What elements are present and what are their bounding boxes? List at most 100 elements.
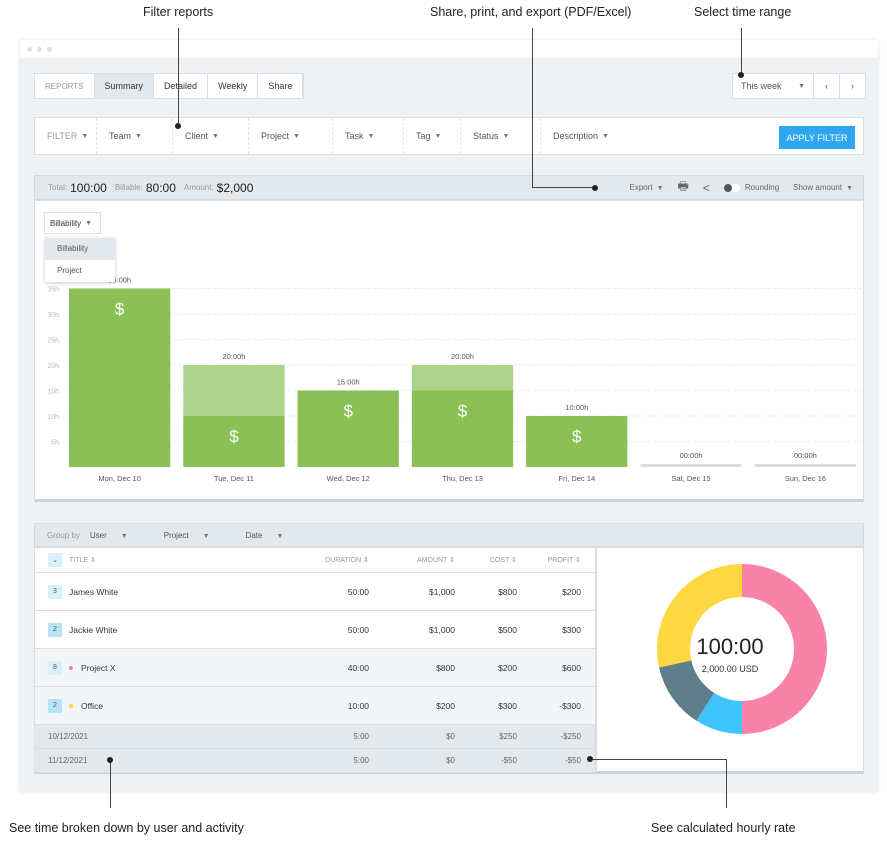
row-title: Jackie White bbox=[69, 624, 118, 635]
table-row[interactable]: 2 Office 10:00 $200 $300 -$300 bbox=[35, 687, 595, 725]
annotation-filter: Filter reports bbox=[143, 5, 214, 19]
summary-table: ⌄ TITLE ⇕ DURATION ⇕ AMOUNT ⇕ COST ⇕ PROF… bbox=[34, 547, 596, 774]
col-cost[interactable]: COST ⇕ bbox=[463, 556, 525, 564]
rounding-toggle[interactable]: Rounding bbox=[723, 183, 779, 192]
row-count-badge: 2 bbox=[48, 622, 62, 637]
row-duration: 10:00 bbox=[347, 700, 369, 711]
table-row[interactable]: 2 Jackie White 50:00 $1,000 $500 $300 bbox=[35, 611, 595, 649]
annotation-breakdown: See time broken down by user and activit… bbox=[9, 821, 244, 835]
row-title: Project X bbox=[81, 662, 116, 673]
share-icon[interactable]: < bbox=[703, 181, 710, 195]
bar-chart: 5h10h15h20h25h30h35h$35:00hMon, Dec 10$2… bbox=[47, 276, 868, 483]
x-tick-label: Fri, Dec 14 bbox=[558, 474, 595, 483]
x-tick-label: Thu, Dec 13 bbox=[442, 474, 483, 483]
y-tick-label: 5h bbox=[51, 440, 59, 447]
y-tick-label: 15h bbox=[47, 389, 59, 396]
total-label: Total: bbox=[48, 183, 68, 192]
apply-filter-button[interactable]: APPLY FILTER bbox=[779, 126, 855, 149]
row-title: 11/12/2021 bbox=[48, 756, 88, 765]
filter-task[interactable]: Task ▼ bbox=[333, 118, 404, 154]
billable-dollar-icon: $ bbox=[458, 402, 468, 421]
table-row[interactable]: 10/12/2021 5:00 $0 $250 -$250 bbox=[35, 725, 595, 749]
row-amount: $200 bbox=[436, 700, 455, 711]
row-amount: $1,000 bbox=[429, 624, 455, 635]
tab-summary[interactable]: Summary bbox=[94, 74, 155, 98]
group-by-user[interactable]: User ▼ bbox=[90, 531, 138, 540]
filter-client[interactable]: Client ▼ bbox=[173, 118, 249, 154]
col-profit[interactable]: PROFIT ⇕ bbox=[525, 556, 595, 564]
tab-detailed[interactable]: Detailed bbox=[154, 74, 209, 98]
row-amount: $1,000 bbox=[429, 586, 455, 597]
bar-value-label: 15:00h bbox=[337, 378, 360, 387]
filter-tag[interactable]: Tag ▼ bbox=[404, 118, 461, 154]
billable-dollar-icon: $ bbox=[115, 300, 125, 319]
row-count-badge: 2 bbox=[48, 698, 62, 713]
table-row[interactable]: 3 James White 50:00 $1,000 $800 $200 bbox=[35, 573, 595, 611]
billable-label: Billable: bbox=[114, 183, 143, 192]
group-by-bar: Group by User ▼ Project ▼ Date ▼ bbox=[34, 523, 864, 547]
row-amount: $800 bbox=[436, 662, 455, 673]
bar-value-label: 20:00h bbox=[222, 352, 245, 361]
row-profit: -$50 bbox=[564, 756, 581, 765]
filter-description[interactable]: Description ▼ bbox=[541, 118, 621, 154]
col-amount[interactable]: AMOUNT ⇕ bbox=[377, 556, 463, 564]
table-row[interactable]: 11/12/2021 5:00 $0 -$50 -$50 bbox=[35, 749, 595, 773]
col-title[interactable]: TITLE bbox=[69, 557, 88, 564]
row-cost: $800 bbox=[498, 586, 517, 597]
tab-share[interactable]: Share bbox=[258, 74, 304, 98]
app-window: REPORTS Summary Detailed Weekly Share Th… bbox=[20, 40, 878, 792]
show-amount-dropdown[interactable]: Show amount ▼ bbox=[793, 183, 853, 192]
bar-value-label: 10:00h bbox=[565, 403, 588, 412]
empty-bar bbox=[640, 464, 742, 467]
summary-bar: Total: 100:00 Billable: 80:00 Amount: $2,00… bbox=[34, 175, 864, 200]
range-select[interactable]: This week ▼ bbox=[733, 74, 813, 98]
total-value: 100:00 bbox=[70, 180, 107, 195]
filter-status[interactable]: Status ▼ bbox=[461, 118, 541, 154]
donut-chart bbox=[657, 564, 827, 734]
chart-grouping-select[interactable]: Billability ▼ bbox=[44, 212, 101, 234]
next-range-button[interactable]: › bbox=[839, 74, 865, 98]
filter-project[interactable]: Project ▼ bbox=[249, 118, 333, 154]
billable-value: 80:00 bbox=[145, 180, 176, 195]
row-profit: -$300 bbox=[559, 700, 581, 711]
project-color-dot bbox=[69, 703, 73, 708]
table-header: ⌄ TITLE ⇕ DURATION ⇕ AMOUNT ⇕ COST ⇕ PROF… bbox=[35, 548, 595, 573]
amount-value: $2,000 bbox=[216, 180, 254, 195]
row-duration: 40:00 bbox=[347, 662, 369, 673]
table-row[interactable]: 8 Project X 40:00 $800 $200 $600 bbox=[35, 649, 595, 687]
menu-item-billability[interactable]: Billability bbox=[45, 238, 115, 260]
bar-value-label: 20:00h bbox=[451, 352, 474, 361]
bar-value-label: 00:00h bbox=[680, 451, 703, 460]
time-range: This week ▼ ‹ › bbox=[732, 73, 866, 99]
chart-grouping-menu: Billability Project bbox=[45, 238, 115, 282]
row-cost: $500 bbox=[498, 624, 517, 635]
annotation-export: Share, print, and export (PDF/Excel) bbox=[430, 5, 632, 19]
group-by-project[interactable]: Project ▼ bbox=[164, 531, 220, 540]
x-tick-label: Mon, Dec 10 bbox=[98, 474, 141, 483]
row-profit: $600 bbox=[562, 662, 581, 673]
group-by-date[interactable]: Date ▼ bbox=[246, 531, 294, 540]
row-cost: -$50 bbox=[500, 756, 517, 765]
y-tick-label: 10h bbox=[47, 414, 59, 421]
expand-all-icon[interactable]: ⌄ bbox=[48, 553, 62, 567]
row-amount: $0 bbox=[446, 756, 455, 765]
filter-team[interactable]: Team ▼ bbox=[97, 118, 173, 154]
tab-weekly[interactable]: Weekly bbox=[208, 74, 259, 98]
row-title: 10/12/2021 bbox=[48, 732, 89, 741]
menu-item-project[interactable]: Project bbox=[45, 260, 115, 282]
row-count-badge: 8 bbox=[48, 660, 62, 675]
export-button[interactable]: Export ▼ bbox=[629, 183, 663, 192]
filter-dropdown[interactable]: FILTER ▼ bbox=[35, 118, 97, 154]
row-title: James White bbox=[69, 586, 119, 597]
row-duration: 5:00 bbox=[353, 756, 369, 765]
row-title: Office bbox=[81, 700, 104, 711]
col-duration[interactable]: DURATION ⇕ bbox=[307, 556, 377, 564]
group-by-label: Group by bbox=[47, 530, 80, 540]
prev-range-button[interactable]: ‹ bbox=[813, 74, 839, 98]
billable-dollar-icon: $ bbox=[572, 427, 582, 446]
donut-total: 100:00 bbox=[696, 634, 764, 659]
reports-label: REPORTS bbox=[35, 74, 95, 98]
x-tick-label: Sat, Dec 15 bbox=[671, 474, 710, 483]
y-tick-label: 25h bbox=[47, 338, 59, 345]
print-icon[interactable]: 🖶 bbox=[678, 177, 689, 198]
